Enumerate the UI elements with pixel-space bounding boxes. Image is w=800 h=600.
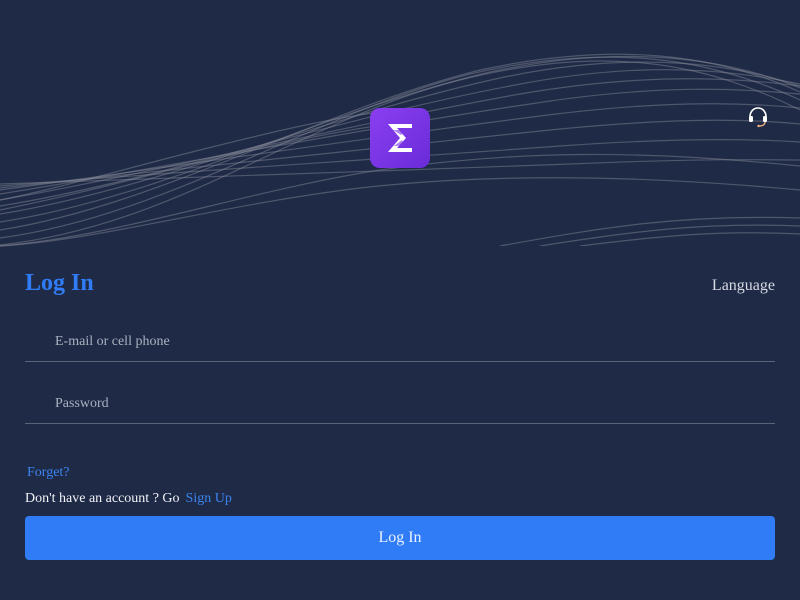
login-button[interactable]: Log In [25,516,775,560]
password-field-container [25,378,775,424]
hero-banner [0,0,800,250]
language-selector[interactable]: Language [712,277,775,295]
signup-link[interactable]: Sign Up [186,491,232,506]
password-field[interactable] [25,378,775,423]
hourglass-logo-icon [388,124,412,152]
headset-icon [749,107,767,128]
email-field-container [25,316,775,362]
app-logo [370,108,430,168]
page-title: Log In [25,270,94,296]
signup-prompt: Don't have an account ? Go Sign Up [25,491,232,507]
no-account-text: Don't have an account ? Go [25,491,180,506]
email-field[interactable] [25,316,775,361]
customer-support-button[interactable] [746,104,770,128]
forgot-password-link[interactable]: Forget? [27,465,70,481]
